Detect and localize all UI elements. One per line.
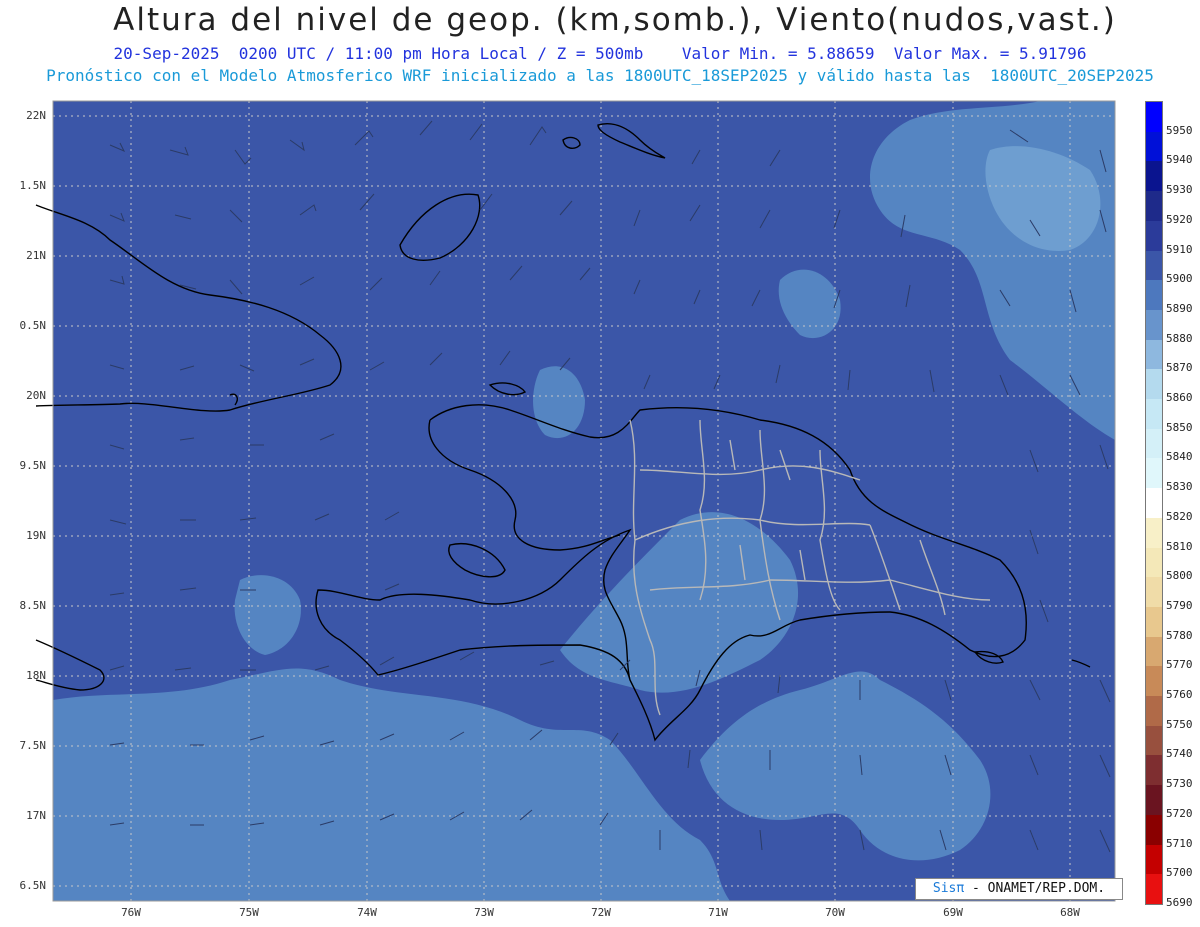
- colorbar-label: 5950: [1166, 123, 1193, 137]
- colorbar-label: 5690: [1166, 896, 1193, 909]
- lon-label: 74W: [357, 906, 377, 919]
- colorbar-label: 5920: [1166, 212, 1193, 226]
- colorbar-label: 5930: [1166, 183, 1193, 197]
- colorbar-segment: [1146, 725, 1162, 756]
- colorbar-segment: [1146, 102, 1162, 133]
- colorbar-label: 5770: [1166, 658, 1193, 672]
- lon-label: 70W: [825, 906, 845, 919]
- lat-label: 9.5N: [19, 459, 47, 472]
- colorbar-segment: [1146, 161, 1162, 192]
- colorbar-label: 5940: [1166, 153, 1193, 167]
- colorbar-segment: [1146, 666, 1162, 697]
- colorbar-label: 5910: [1166, 242, 1193, 256]
- colorbar-segment: [1146, 814, 1162, 846]
- lat-label: 21N: [26, 249, 46, 262]
- colorbar-segment: [1146, 220, 1162, 252]
- lon-label: 76W: [121, 906, 141, 919]
- lat-label: 8.5N: [19, 599, 47, 612]
- colorbar-label: 5790: [1166, 598, 1193, 612]
- colorbar-segment: [1146, 517, 1162, 549]
- colorbar-label: 5710: [1166, 836, 1193, 850]
- colorbar-segment: [1146, 874, 1162, 905]
- colorbar-label: 5880: [1166, 331, 1193, 345]
- colorbar-label: 5870: [1166, 361, 1193, 375]
- lat-label: 22N: [26, 109, 46, 122]
- lon-label: 71W: [708, 906, 728, 919]
- lon-label: 68W: [1060, 906, 1080, 919]
- colorbar-segment: [1146, 606, 1162, 638]
- colorbar-segment: [1146, 577, 1162, 608]
- colorbar-segment: [1146, 488, 1162, 519]
- colorbar-segment: [1146, 428, 1162, 459]
- lat-label: 0.5N: [19, 319, 47, 332]
- lon-label: 73W: [474, 906, 494, 919]
- credit-brand: Sisπ: [932, 881, 965, 896]
- credit-text: - ONAMET/REP.DOM.: [964, 881, 1106, 896]
- colorbar-label: 5830: [1166, 480, 1193, 494]
- lon-label: 75W: [239, 906, 259, 919]
- colorbar-segment: [1146, 547, 1162, 578]
- colorbar-segment: [1146, 250, 1162, 281]
- credit-box: Sisπ - ONAMET/REP.DOM.: [915, 878, 1123, 900]
- lat-label: 19N: [26, 529, 46, 542]
- lat-label: 17N: [26, 809, 46, 822]
- colorbar-segment: [1146, 458, 1162, 489]
- colorbar-label: 5850: [1166, 420, 1193, 434]
- lat-label: 18N: [26, 669, 46, 682]
- lon-label: 69W: [943, 906, 963, 919]
- colorbar-label: 5860: [1166, 391, 1193, 405]
- lat-label: 7.5N: [19, 739, 47, 752]
- colorbar-segment: [1146, 755, 1162, 786]
- colorbar-label: 5780: [1166, 628, 1193, 642]
- colorbar-label: 5760: [1166, 688, 1193, 702]
- forecast-map: [35, 100, 1116, 902]
- colorbar-segment: [1146, 696, 1162, 727]
- lat-label: 1.5N: [19, 179, 47, 192]
- colorbar-segment: [1146, 280, 1162, 311]
- colorbar-segment: [1146, 844, 1162, 875]
- colorbar-label: 5730: [1166, 777, 1193, 791]
- colorbar-label: 5700: [1166, 866, 1193, 880]
- colorbar-segment: [1146, 339, 1162, 370]
- colorbar-label: 5840: [1166, 450, 1193, 464]
- colorbar-segment: [1146, 636, 1162, 667]
- colorbar-label: 5820: [1166, 509, 1193, 523]
- colorbar-label: 5740: [1166, 747, 1193, 761]
- colorbar-segment: [1146, 369, 1162, 400]
- colorbar-label: 5800: [1166, 569, 1193, 583]
- colorbar-label: 5810: [1166, 539, 1193, 553]
- colorbar-label: 5720: [1166, 806, 1193, 820]
- colorbar-label: 5750: [1166, 717, 1193, 731]
- lon-label: 72W: [591, 906, 611, 919]
- lat-label: 20N: [26, 389, 46, 402]
- colorbar-segment: [1146, 399, 1162, 430]
- colorbar-segment: [1146, 785, 1162, 816]
- colorbar-label: 5900: [1166, 272, 1193, 286]
- colorbar-segment: [1146, 131, 1162, 162]
- colorbar-segment: [1146, 309, 1162, 341]
- colorbar-label: 5890: [1166, 301, 1193, 315]
- colorbar-segment: [1146, 191, 1162, 222]
- lat-label: 6.5N: [19, 879, 47, 892]
- colorbar: [1145, 101, 1163, 905]
